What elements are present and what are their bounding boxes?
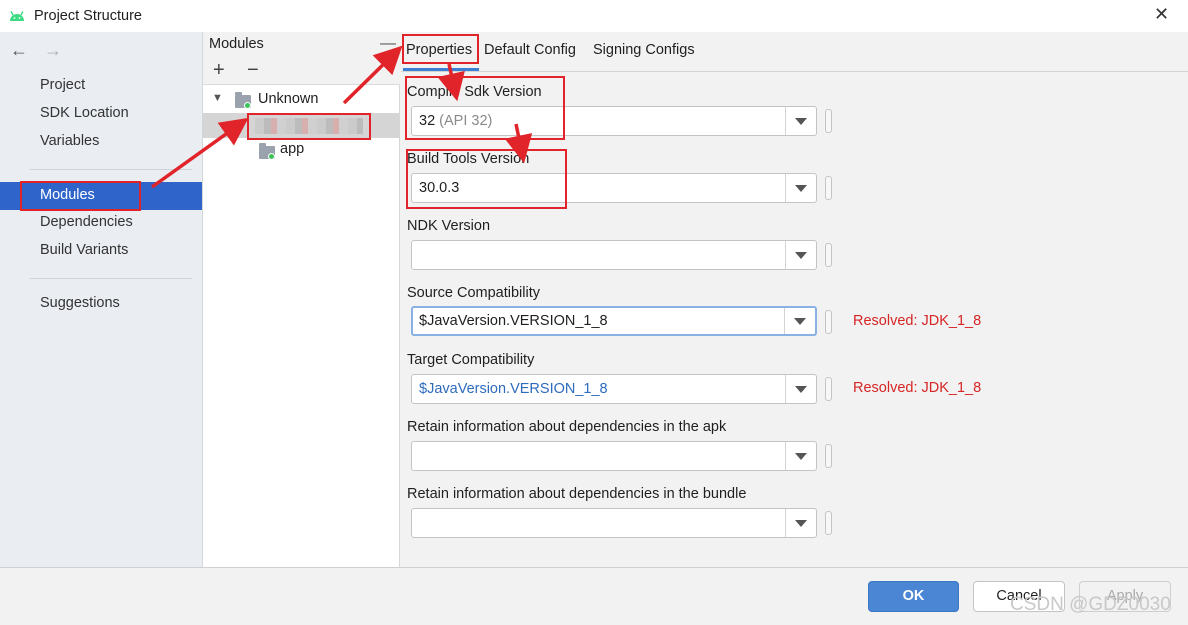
tabs-divider — [401, 71, 1188, 72]
target-compat-combo[interactable]: $JavaVersion.VERSION_1_8 — [411, 374, 817, 404]
redacted-module-name — [255, 118, 363, 134]
retain-bundle-label: Retain information about dependencies in… — [407, 486, 747, 502]
tab-signing-configs[interactable]: Signing Configs — [593, 42, 695, 58]
minimize-icon[interactable]: — — [380, 35, 396, 53]
tree-label: Unknown — [258, 91, 319, 107]
sidebar-item-variables[interactable]: Variables — [40, 133, 99, 149]
sidebar-item-modules[interactable]: Modules — [0, 182, 202, 210]
sidebar-item-suggestions[interactable]: Suggestions — [40, 295, 120, 311]
retain-bundle-combo[interactable] — [411, 508, 817, 538]
sidebar: ← → Project SDK Location Variables Modul… — [0, 32, 202, 567]
combo-divider — [785, 509, 786, 537]
tab-default-config[interactable]: Default Config — [484, 42, 576, 58]
field-handle[interactable] — [825, 109, 832, 133]
field-handle[interactable] — [825, 377, 832, 401]
source-compat-label: Source Compatibility — [407, 285, 540, 301]
tree-node-redacted[interactable] — [203, 113, 400, 138]
field-handle[interactable] — [825, 310, 832, 334]
ndk-version-label: NDK Version — [407, 218, 491, 234]
chevron-down-icon[interactable] — [795, 118, 807, 125]
add-module-button[interactable]: + — [213, 59, 225, 82]
sidebar-item-dependencies[interactable]: Dependencies — [40, 214, 133, 230]
compile-sdk-hint: (API 32) — [439, 113, 493, 129]
tree-node-app[interactable]: app — [203, 138, 400, 163]
expand-chevron-icon[interactable]: ▼ — [212, 92, 223, 104]
field-handle[interactable] — [825, 444, 832, 468]
remove-module-button[interactable]: − — [247, 59, 259, 82]
android-icon — [10, 11, 24, 21]
chevron-down-icon[interactable] — [795, 453, 807, 460]
combo-divider — [785, 107, 786, 135]
retain-apk-combo[interactable] — [411, 441, 817, 471]
watermark: CSDN @GDZ0030 — [1010, 594, 1171, 615]
modules-header: Modules — — [203, 32, 400, 57]
combo-divider — [785, 442, 786, 470]
sidebar-item-build-variants[interactable]: Build Variants — [40, 242, 128, 258]
source-compat-value: $JavaVersion.VERSION_1_8 — [419, 313, 608, 329]
target-compat-resolved: Resolved: JDK_1_8 — [853, 380, 982, 396]
close-icon[interactable]: ✕ — [1154, 4, 1169, 25]
ndk-version-combo[interactable] — [411, 240, 817, 270]
build-tools-label: Build Tools Version — [407, 151, 530, 167]
tree-node-unknown[interactable]: ▼ Unknown — [203, 88, 400, 113]
modules-toolbar: + − — [203, 57, 400, 85]
combo-divider — [785, 241, 786, 269]
module-properties-panel: Properties Default Config Signing Config… — [401, 32, 1188, 567]
combo-divider — [785, 174, 786, 202]
source-compat-resolved: Resolved: JDK_1_8 — [853, 313, 982, 329]
compile-sdk-value: 32 (API 32) — [419, 113, 493, 129]
sidebar-divider — [30, 278, 192, 279]
sidebar-item-project[interactable]: Project — [40, 77, 85, 93]
chevron-down-icon[interactable] — [795, 386, 807, 393]
build-tools-value: 30.0.3 — [419, 180, 460, 196]
window-title: Project Structure — [34, 8, 142, 24]
combo-divider — [785, 375, 786, 403]
target-compat-value: $JavaVersion.VERSION_1_8 — [419, 381, 608, 397]
title-bar: Project Structure ✕ — [0, 0, 1188, 32]
tree-label: app — [280, 141, 305, 157]
dialog-footer: OK Cancel Apply CSDN @GDZ0030 — [0, 567, 1188, 625]
chevron-down-icon[interactable] — [795, 185, 807, 192]
sidebar-divider — [30, 169, 192, 170]
forward-arrow-icon[interactable]: → — [44, 40, 62, 61]
modules-panel: Modules — + − ▼ Unknown app — [202, 32, 400, 567]
source-compat-combo[interactable]: $JavaVersion.VERSION_1_8 — [411, 306, 817, 336]
combo-divider — [784, 308, 785, 334]
compile-sdk-combo[interactable]: 32 (API 32) — [411, 106, 817, 136]
field-handle[interactable] — [825, 176, 832, 200]
status-dot-icon — [268, 153, 275, 160]
build-tools-combo[interactable]: 30.0.3 — [411, 173, 817, 203]
tab-properties[interactable]: Properties — [406, 42, 472, 58]
field-handle[interactable] — [825, 243, 832, 267]
status-dot-icon — [244, 102, 251, 109]
back-arrow-icon[interactable]: ← — [10, 40, 28, 61]
compile-sdk-label: Compile Sdk Version — [407, 84, 542, 100]
chevron-down-icon[interactable] — [794, 318, 806, 325]
retain-apk-label: Retain information about dependencies in… — [407, 419, 727, 435]
modules-title: Modules — [209, 36, 264, 52]
field-handle[interactable] — [825, 511, 832, 535]
target-compat-label: Target Compatibility — [407, 352, 535, 368]
chevron-down-icon[interactable] — [795, 252, 807, 259]
sidebar-item-label: Modules — [40, 187, 95, 203]
chevron-down-icon[interactable] — [795, 520, 807, 527]
ok-button[interactable]: OK — [868, 581, 959, 612]
sidebar-item-sdk-location[interactable]: SDK Location — [40, 105, 129, 121]
